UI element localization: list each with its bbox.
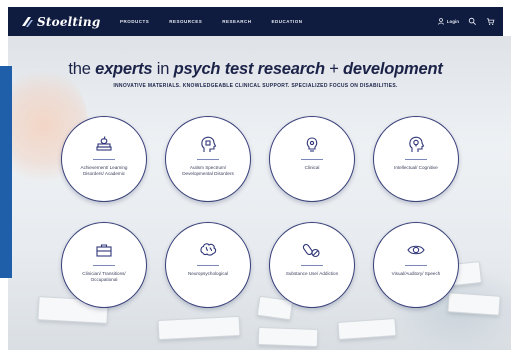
puzzle-tile bbox=[157, 315, 241, 341]
page: Stoelting PRODUCTS RESOURCES RESEARCH ED… bbox=[0, 0, 511, 350]
nav-utilities: Login bbox=[437, 7, 495, 36]
category-label: Neuropsychological bbox=[187, 271, 229, 276]
category-achievement[interactable]: Achievement/ Learning Disorders/ Academi… bbox=[61, 116, 147, 202]
nav-research[interactable]: RESEARCH bbox=[222, 19, 251, 24]
category-label: Achievement/ Learning Disorders/ Academi… bbox=[80, 165, 128, 176]
accent-band bbox=[0, 66, 12, 278]
logo-mark-icon bbox=[22, 17, 33, 27]
category-neuropsychological[interactable]: Neuropsychological bbox=[165, 222, 251, 308]
category-label: Autism Spectrum/ Developmental Disorders bbox=[182, 165, 234, 176]
login-label: Login bbox=[446, 19, 459, 24]
puzzle-tile bbox=[257, 326, 319, 348]
category-visual-auditory[interactable]: Visual/Auditory/ Speech bbox=[373, 222, 459, 308]
divider bbox=[301, 159, 323, 160]
nav-resources[interactable]: RESOURCES bbox=[169, 19, 202, 24]
category-label: Clinician/ Transitions/ Occupational bbox=[82, 271, 126, 282]
divider bbox=[93, 265, 115, 266]
hero-headline: the experts in psych test research + dev… bbox=[0, 60, 511, 79]
main-nav: PRODUCTS RESOURCES RESEARCH EDUCATION bbox=[120, 7, 302, 36]
category-label: Clinical bbox=[304, 165, 320, 170]
divider bbox=[405, 265, 427, 266]
brand-logo[interactable]: Stoelting bbox=[20, 12, 100, 32]
headline-text: the bbox=[68, 60, 96, 78]
category-label: Substance Use/ Addiction bbox=[285, 271, 339, 276]
eye-icon bbox=[406, 240, 426, 260]
category-substance-use[interactable]: Substance Use/ Addiction bbox=[269, 222, 355, 308]
headline-emphasis: experts bbox=[95, 60, 153, 78]
category-label: Visual/Auditory/ Speech bbox=[391, 271, 441, 276]
category-label: Intellectual/ Cognitive bbox=[394, 165, 438, 170]
brand-name: Stoelting bbox=[37, 15, 101, 29]
nav-products[interactable]: PRODUCTS bbox=[120, 19, 149, 24]
divider bbox=[93, 159, 115, 160]
category-intellectual[interactable]: Intellectual/ Cognitive bbox=[373, 116, 459, 202]
gear-bulb-icon bbox=[302, 134, 322, 154]
headline-emphasis: development bbox=[343, 60, 443, 78]
login-link[interactable]: Login bbox=[437, 18, 459, 25]
search-icon[interactable] bbox=[468, 17, 477, 26]
category-clinical[interactable]: Clinical bbox=[269, 116, 355, 202]
hero-tagline: INNOVATIVE MATERIALS. KNOWLEDGEABLE CLIN… bbox=[113, 83, 398, 89]
divider bbox=[197, 265, 219, 266]
headline-emphasis: psych test research bbox=[173, 60, 325, 78]
head-bulb-icon bbox=[406, 134, 426, 154]
category-transitions[interactable]: Clinician/ Transitions/ Occupational bbox=[61, 222, 147, 308]
headline-text: in bbox=[152, 60, 174, 78]
divider bbox=[405, 159, 427, 160]
divider bbox=[197, 159, 219, 160]
top-navbar: Stoelting PRODUCTS RESOURCES RESEARCH ED… bbox=[8, 7, 503, 36]
brain-icon bbox=[198, 240, 218, 260]
divider bbox=[301, 265, 323, 266]
cart-icon[interactable] bbox=[486, 17, 495, 26]
nav-education[interactable]: EDUCATION bbox=[272, 19, 303, 24]
pills-icon bbox=[302, 240, 322, 260]
category-autism[interactable]: Autism Spectrum/ Developmental Disorders bbox=[165, 116, 251, 202]
user-icon bbox=[437, 18, 444, 25]
head-puzzle-icon bbox=[198, 134, 218, 154]
apple-on-books-icon bbox=[94, 134, 114, 154]
headline-text: + bbox=[324, 60, 344, 78]
puzzle-tile bbox=[447, 292, 501, 316]
briefcase-icon bbox=[94, 240, 114, 260]
